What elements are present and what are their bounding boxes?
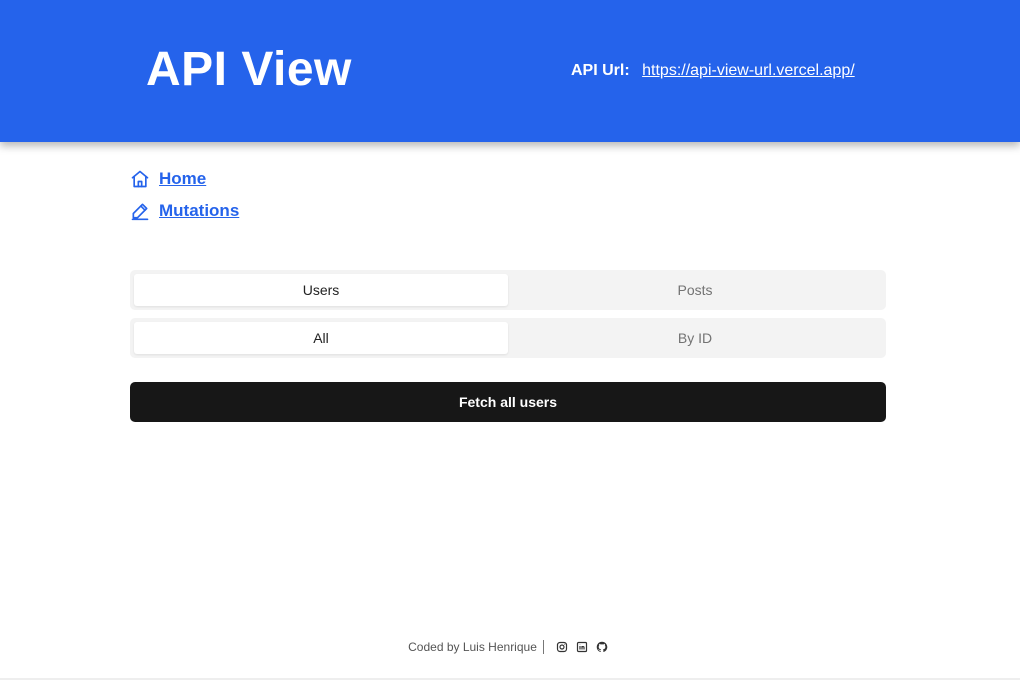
tab-all[interactable]: All <box>134 322 508 354</box>
instagram-icon[interactable] <box>556 641 568 653</box>
nav-mutations-link[interactable]: Mutations <box>159 201 239 221</box>
app-header: API View API Url: https://api-view-url.v… <box>0 0 1020 142</box>
app-title: API View <box>146 43 352 96</box>
mode-tabs: All By ID <box>130 318 886 358</box>
tab-by-id[interactable]: By ID <box>508 322 882 354</box>
footer-divider <box>542 640 544 654</box>
pencil-icon <box>130 201 150 221</box>
github-icon[interactable] <box>596 641 608 653</box>
footer: Coded by Luis Henrique <box>0 637 1020 657</box>
nav-item-home[interactable]: Home <box>130 168 239 190</box>
nav-home-link[interactable]: Home <box>159 169 206 189</box>
nav-item-mutations[interactable]: Mutations <box>130 200 239 222</box>
linkedin-icon[interactable] <box>576 641 588 653</box>
resource-tabs: Users Posts <box>130 270 886 310</box>
side-nav: Home Mutations <box>130 168 239 232</box>
tab-posts[interactable]: Posts <box>508 274 882 306</box>
home-icon <box>130 169 150 189</box>
fetch-all-users-button[interactable]: Fetch all users <box>130 382 886 422</box>
api-url-label: API Url: <box>571 62 630 79</box>
tab-users[interactable]: Users <box>134 274 508 306</box>
api-url-link[interactable]: https://api-view-url.vercel.app/ <box>642 62 855 79</box>
footer-credit: Coded by Luis Henrique <box>408 640 537 654</box>
api-url-container: API Url: https://api-view-url.vercel.app… <box>571 61 855 81</box>
